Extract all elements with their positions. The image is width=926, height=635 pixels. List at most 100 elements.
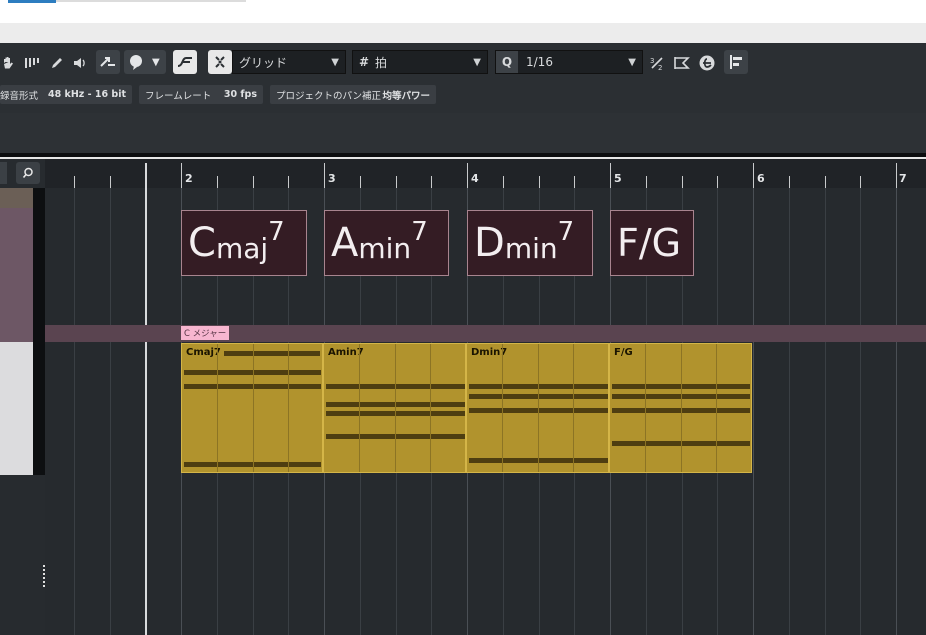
- track-list-header: [0, 162, 7, 184]
- scale-track-lane: [45, 325, 926, 342]
- ruler-tick: [717, 176, 718, 188]
- chevron-down-icon: ▼: [331, 56, 339, 68]
- ruler-tick: [217, 176, 218, 188]
- ruler-tick: [574, 176, 575, 188]
- snap-type-value: グリッド: [239, 55, 288, 70]
- midi-part-cmaj7[interactable]: Cmaj7: [181, 343, 323, 473]
- align-icon[interactable]: [724, 50, 748, 74]
- scale-event[interactable]: C メジャー: [181, 326, 230, 340]
- chord-extension: 7: [268, 217, 285, 247]
- hand-icon[interactable]: [0, 52, 16, 74]
- event-beat-line: [395, 344, 396, 472]
- chord-event-amin7[interactable]: A min 7: [324, 210, 449, 276]
- grid-line: [825, 188, 826, 635]
- svg-text:3: 3: [650, 57, 654, 65]
- event-beat-line: [430, 344, 431, 472]
- track-header-instrument[interactable]: [0, 342, 33, 475]
- ruler-tick: [753, 163, 754, 188]
- ruler-tick: [896, 163, 897, 188]
- hash-icon: #: [358, 55, 370, 69]
- ruler-tick: [110, 176, 111, 188]
- track-list-edge: [33, 188, 45, 475]
- event-beat-line: [217, 344, 218, 472]
- bar-label: 4: [471, 172, 479, 185]
- ruler-tick: [789, 176, 790, 188]
- glue-tool-icon[interactable]: [22, 52, 42, 74]
- pencil-icon[interactable]: [48, 52, 66, 74]
- event-beat-line: [573, 344, 574, 472]
- pan-law-info[interactable]: プロジェクトのパン補正 均等パワー: [270, 85, 436, 104]
- ruler-tick: [74, 176, 75, 188]
- ruler-tick: [539, 176, 540, 188]
- part-name: Cmaj7: [186, 347, 221, 358]
- title-strip: [0, 23, 926, 43]
- ruler-tick: [431, 176, 432, 188]
- event-beat-line: [253, 344, 254, 472]
- event-beat-line: [288, 344, 289, 472]
- chevron-down-icon: ▼: [152, 56, 160, 68]
- search-button[interactable]: [16, 162, 40, 184]
- chord-extension: 7: [411, 217, 428, 247]
- ruler-tick: [860, 176, 861, 188]
- chevron-down-icon: ▼: [628, 56, 636, 68]
- edit-in-place-icon[interactable]: [696, 52, 718, 74]
- record-format-info[interactable]: 録音形式 48 kHz - 16 bit: [0, 85, 132, 104]
- quantize-dropdown[interactable]: Q 1/16 ▼: [495, 50, 643, 74]
- ruler-tick: [646, 176, 647, 188]
- chord-event-cmaj7[interactable]: C maj 7: [181, 210, 307, 276]
- frame-rate-value: 30 fps: [223, 89, 257, 100]
- event-beat-line: [502, 344, 503, 472]
- project-overview-band: [0, 113, 926, 153]
- quantize-apply-icon[interactable]: [671, 52, 693, 74]
- speaker-icon[interactable]: [70, 52, 90, 74]
- track-header-chord[interactable]: [0, 208, 33, 342]
- snap-type-dropdown[interactable]: グリッド ▼: [232, 50, 346, 74]
- speech-icon: [130, 55, 142, 70]
- snap-magnet-icon: [215, 56, 225, 68]
- pan-law-value: 均等パワー: [382, 90, 430, 102]
- chord-extension: 7: [557, 217, 575, 247]
- record-format-value: 48 kHz - 16 bit: [47, 89, 126, 100]
- frame-rate-label: フレームレート: [145, 90, 212, 102]
- grid-mode-value: 拍: [375, 55, 388, 70]
- ruler-tick: [360, 176, 361, 188]
- snap-toggle-button[interactable]: [173, 50, 197, 74]
- frame-rate-info[interactable]: フレームレート 30 fps: [139, 85, 263, 104]
- tab-divider: [56, 0, 246, 2]
- record-format-label: 録音形式: [0, 90, 39, 102]
- line-tool-icon[interactable]: [96, 50, 120, 74]
- grid-line: [789, 188, 790, 635]
- ruler-tick: [825, 176, 826, 188]
- grid-line: [110, 188, 111, 635]
- grid-line: [753, 188, 754, 635]
- snap-type-button[interactable]: [208, 50, 232, 74]
- bar-label: 5: [614, 172, 622, 185]
- chord-root: F/G: [617, 221, 682, 265]
- resize-handle[interactable]: [43, 565, 45, 589]
- event-beat-line: [359, 344, 360, 472]
- chord-root: C: [188, 220, 216, 266]
- ruler-tick: [682, 176, 683, 188]
- grid-line: [896, 188, 897, 635]
- chord-event-dmin7[interactable]: D min 7: [467, 210, 593, 276]
- project-cursor[interactable]: [145, 163, 147, 635]
- triplet-icon[interactable]: 32: [647, 52, 667, 74]
- pan-law-label: プロジェクトのパン補正: [276, 90, 381, 102]
- ruler-tick: [610, 163, 611, 188]
- event-beat-line: [645, 344, 646, 472]
- chord-root: D: [474, 220, 505, 266]
- chord-event-fg[interactable]: F/G: [610, 210, 694, 276]
- ruler-tick: [396, 176, 397, 188]
- event-beat-line: [538, 344, 539, 472]
- track-header-marker[interactable]: [0, 188, 33, 208]
- audition-dropdown[interactable]: ▼: [124, 50, 166, 74]
- chord-quality: min: [504, 232, 558, 265]
- svg-text:2: 2: [658, 64, 662, 71]
- bar-label: 2: [185, 172, 193, 185]
- snap-curve-icon: [177, 57, 192, 67]
- timeline-ruler[interactable]: [45, 159, 926, 188]
- grid-mode-dropdown[interactable]: # 拍 ▼: [352, 50, 488, 74]
- chord-quality: min: [358, 232, 412, 265]
- ruler-tick: [181, 163, 182, 188]
- chord-root: A: [331, 220, 359, 266]
